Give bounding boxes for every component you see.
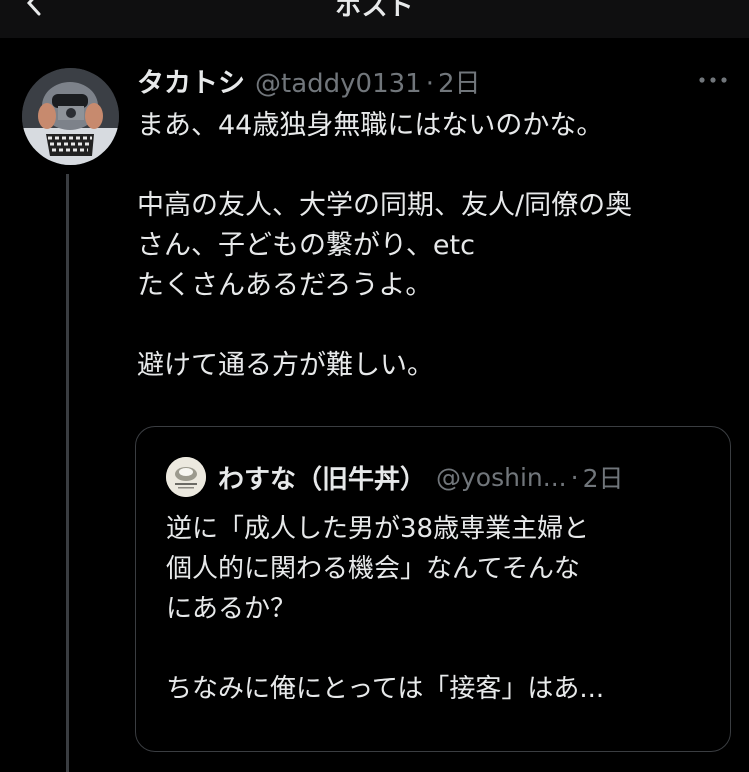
thread-connector-line	[66, 174, 69, 772]
tweet-text: まあ、44歳独身無職にはないのかな。 中高の友人、大学の同期、友人/同僚の奥 さ…	[137, 106, 727, 386]
tweet-text-line: 中高の友人、大学の同期、友人/同僚の奥	[137, 190, 633, 221]
quote-user-handle: @yoshin...	[436, 462, 567, 492]
tweet-text-line: まあ、44歳独身無職にはないのかな。	[137, 110, 604, 141]
quote-text: 逆に「成人した男が38歳専業主婦と 個人的に関わる機会」なんてそんな にあるか？…	[166, 509, 706, 709]
quote-text-line: ちなみに俺にとっては「接客」はあ...	[166, 674, 605, 704]
tweet-text-line	[137, 146, 727, 186]
tweet-header: タカトシ @taddy0131 · 2日	[137, 61, 481, 99]
separator-dot: ·	[425, 69, 434, 99]
quote-display-name: わすな（旧牛丼）	[218, 464, 427, 495]
quote-post-time: 2日	[582, 464, 624, 493]
tweet-text-line: たくさんあるだろうよ。	[137, 270, 433, 301]
post-time[interactable]: 2日	[438, 63, 481, 100]
quote-text-line: にあるか？	[166, 594, 297, 624]
page-title: ポスト	[335, 0, 414, 22]
top-navigation-bar: ポスト	[0, 0, 749, 38]
separator-dot: ·	[570, 462, 579, 492]
quote-text-line	[166, 629, 706, 669]
user-handle[interactable]: @taddy0131	[255, 69, 422, 99]
display-name[interactable]: タカトシ	[137, 61, 245, 100]
tweet-text-line	[137, 306, 727, 346]
quote-text-line: 逆に「成人した男が38歳専業主婦と	[166, 514, 590, 544]
quoted-tweet-card[interactable]: わすな（旧牛丼） @yoshin... · 2日 逆に「成人した男が38歳専業主…	[135, 426, 731, 752]
tweet-text-line: さん、子どもの繋がり、etc	[137, 230, 475, 261]
more-horizontal-icon[interactable]	[698, 72, 728, 86]
avatar[interactable]	[22, 68, 119, 165]
tweet-text-line: 避けて通る方が難しい。	[137, 350, 434, 381]
quote-avatar	[166, 457, 206, 497]
quote-text-line: 個人的に関わる機会」なんてそんな	[166, 554, 580, 584]
quote-header: わすな（旧牛丼） @yoshin... · 2日	[218, 457, 623, 497]
